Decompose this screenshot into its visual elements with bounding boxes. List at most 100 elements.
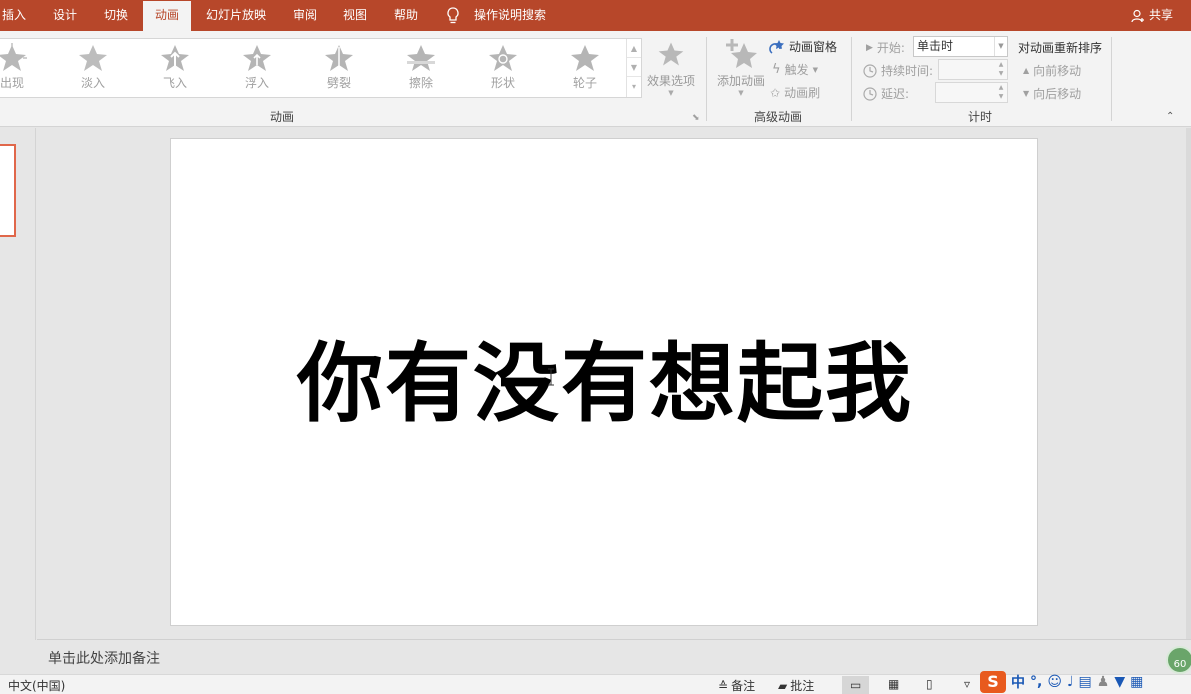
anim-split-label: 劈裂 [326, 76, 351, 90]
play-icon: ▶ [866, 42, 873, 53]
tell-me-search[interactable]: 操作说明搜索 [474, 0, 546, 31]
move-later-button[interactable]: ▼ 向后移动 [1023, 85, 1081, 102]
duration-spinner[interactable]: ▲ ▼ [995, 60, 1007, 79]
gallery-scroll-up-icon[interactable]: ▲ [627, 39, 641, 58]
add-animation-dropdown-icon: ▼ [738, 89, 744, 97]
animation-pane-icon [769, 39, 784, 54]
notes-pane[interactable]: 单击此处添加备注 [37, 639, 1191, 674]
apps-grid-icon[interactable]: ▦ [1130, 674, 1143, 690]
up-triangle-icon: ▲ [1023, 66, 1030, 75]
comments-toggle-label: 批注 [790, 679, 815, 693]
gallery-scroll[interactable]: ▲ ▼ ▾ [626, 39, 641, 97]
anim-wipe-label: 擦除 [408, 76, 433, 90]
anim-fly-in[interactable]: 飞入 [145, 43, 205, 93]
tab-transitions[interactable]: 切换 [104, 0, 128, 31]
clock-icon [863, 63, 877, 78]
anim-appear[interactable]: 出现 [0, 43, 42, 93]
share-label: 共享 [1148, 8, 1173, 22]
animation-painter-button[interactable]: ✩ 动画刷 [770, 84, 820, 101]
wheel-star-icon [571, 45, 599, 71]
share-button[interactable]: 共享 [1131, 0, 1173, 31]
gallery-more-icon[interactable]: ▾ [627, 77, 641, 96]
anim-float-in[interactable]: 浮入 [227, 43, 287, 93]
group-label-advanced: 高级动画 [754, 110, 803, 124]
tab-slideshow[interactable]: 幻灯片放映 [206, 0, 266, 31]
ime-mode[interactable]: 中 [1011, 672, 1025, 692]
start-dropdown[interactable]: 单击时 ▼ [913, 36, 1008, 57]
tab-animations[interactable]: 动画 [143, 1, 192, 31]
comments-toggle-button[interactable]: ▰ 批注 [778, 677, 814, 694]
scrollbar[interactable] [1186, 128, 1191, 640]
reading-view-button[interactable]: ▯ [926, 677, 933, 691]
delay-spinner[interactable]: ▲ ▼ [995, 83, 1007, 102]
effect-options-label: 效果选项 [646, 74, 695, 88]
wipe-star-icon [407, 45, 435, 71]
fly-in-star-icon [161, 45, 189, 71]
slide-thumbnail-pane [0, 128, 36, 640]
group-label-timing: 计时 [968, 110, 993, 124]
start-label-wrap: ▶ 开始: [866, 39, 905, 56]
slide-thumbnail[interactable] [0, 144, 16, 237]
anim-appear-label: 出现 [0, 76, 24, 90]
animation-dialog-launcher-icon[interactable]: ⬊ [692, 113, 700, 123]
user-icon[interactable]: ♟ [1097, 674, 1110, 690]
sogou-logo-icon[interactable]: S [980, 671, 1006, 693]
text-cursor-icon [548, 368, 554, 386]
notes-placeholder: 单击此处添加备注 [48, 651, 160, 667]
separator [851, 37, 852, 121]
animation-pane-button[interactable]: 动画窗格 [769, 38, 837, 55]
anim-shape[interactable]: 形状 [473, 43, 533, 93]
delay-label-wrap: 延迟: [863, 85, 909, 102]
normal-view-button[interactable]: ▭ [842, 676, 870, 694]
notes-toggle-label: 备注 [731, 679, 756, 693]
effect-options-star-icon [658, 42, 684, 66]
add-animation-icon [726, 39, 757, 68]
anim-fade[interactable]: 淡入 [63, 43, 123, 93]
down-triangle-icon: ▼ [1023, 89, 1030, 98]
tab-view[interactable]: 视图 [343, 0, 367, 31]
keyboard-icon[interactable]: ▤ [1079, 674, 1092, 690]
tab-design[interactable]: 设计 [53, 0, 77, 31]
trigger-label: 触发 [784, 63, 809, 77]
gallery-scroll-down-icon[interactable]: ▼ [627, 58, 641, 77]
shirt-icon[interactable]: ▼ [1114, 674, 1125, 690]
slide-canvas[interactable]: 你有没有想起我 [170, 138, 1038, 626]
anim-split[interactable]: 劈裂 [309, 43, 369, 93]
notes-icon: ≙ [718, 678, 729, 693]
add-animation-label: 添加动画 [716, 74, 765, 88]
move-earlier-label: 向前移动 [1033, 64, 1082, 78]
anim-wipe[interactable]: 擦除 [391, 43, 451, 93]
projector-icon: ▿ [964, 677, 971, 691]
split-star-icon [325, 45, 353, 71]
trigger-button[interactable]: ϟ 触发 ▼ [772, 61, 818, 78]
delay-clock-icon [863, 86, 877, 101]
anim-wheel-label: 轮子 [572, 76, 597, 90]
comment-icon: ▰ [778, 678, 788, 693]
notes-toggle-button[interactable]: ≙ 备注 [718, 677, 755, 694]
collapse-ribbon-icon[interactable]: ⌃ [1166, 111, 1174, 122]
move-earlier-button[interactable]: ▲ 向前移动 [1023, 62, 1081, 79]
ime-punctuation[interactable]: °, [1030, 674, 1042, 690]
language-status[interactable]: 中文(中国) [8, 677, 65, 694]
tab-review[interactable]: 审阅 [293, 0, 317, 31]
duration-field[interactable]: ▲ ▼ [938, 59, 1008, 80]
move-later-label: 向后移动 [1033, 87, 1082, 101]
float-in-star-icon [243, 45, 271, 71]
anim-wheel[interactable]: 轮子 [555, 43, 615, 93]
book-icon: ▯ [926, 677, 933, 691]
slide-title-text[interactable]: 你有没有想起我 [171, 334, 1039, 434]
microphone-icon[interactable]: ♩ [1067, 674, 1074, 690]
animation-gallery: 出现 淡入 飞入 浮入 劈裂 擦除 形状 轮子 ▲ ▼ ▾ [0, 38, 642, 98]
start-dropdown-arrow-icon[interactable]: ▼ [994, 37, 1007, 56]
slide-sorter-button[interactable]: ▦ [888, 677, 899, 691]
delay-field[interactable]: ▲ ▼ [935, 82, 1008, 103]
normal-view-icon: ▭ [850, 678, 862, 692]
slideshow-view-button[interactable]: ▿ [964, 677, 970, 691]
ribbon: 出现 淡入 飞入 浮入 劈裂 擦除 形状 轮子 ▲ ▼ ▾ 效果选项 ▼ 动画 … [0, 31, 1191, 127]
tab-insert[interactable]: 插入 [2, 0, 26, 31]
duration-label: 持续时间: [881, 64, 934, 78]
effect-options-button[interactable]: 效果选项 ▼ [645, 39, 697, 97]
tab-help[interactable]: 帮助 [394, 0, 418, 31]
add-animation-button[interactable]: 添加动画 ▼ [713, 37, 769, 97]
emoji-icon[interactable]: ☺ [1047, 674, 1062, 690]
